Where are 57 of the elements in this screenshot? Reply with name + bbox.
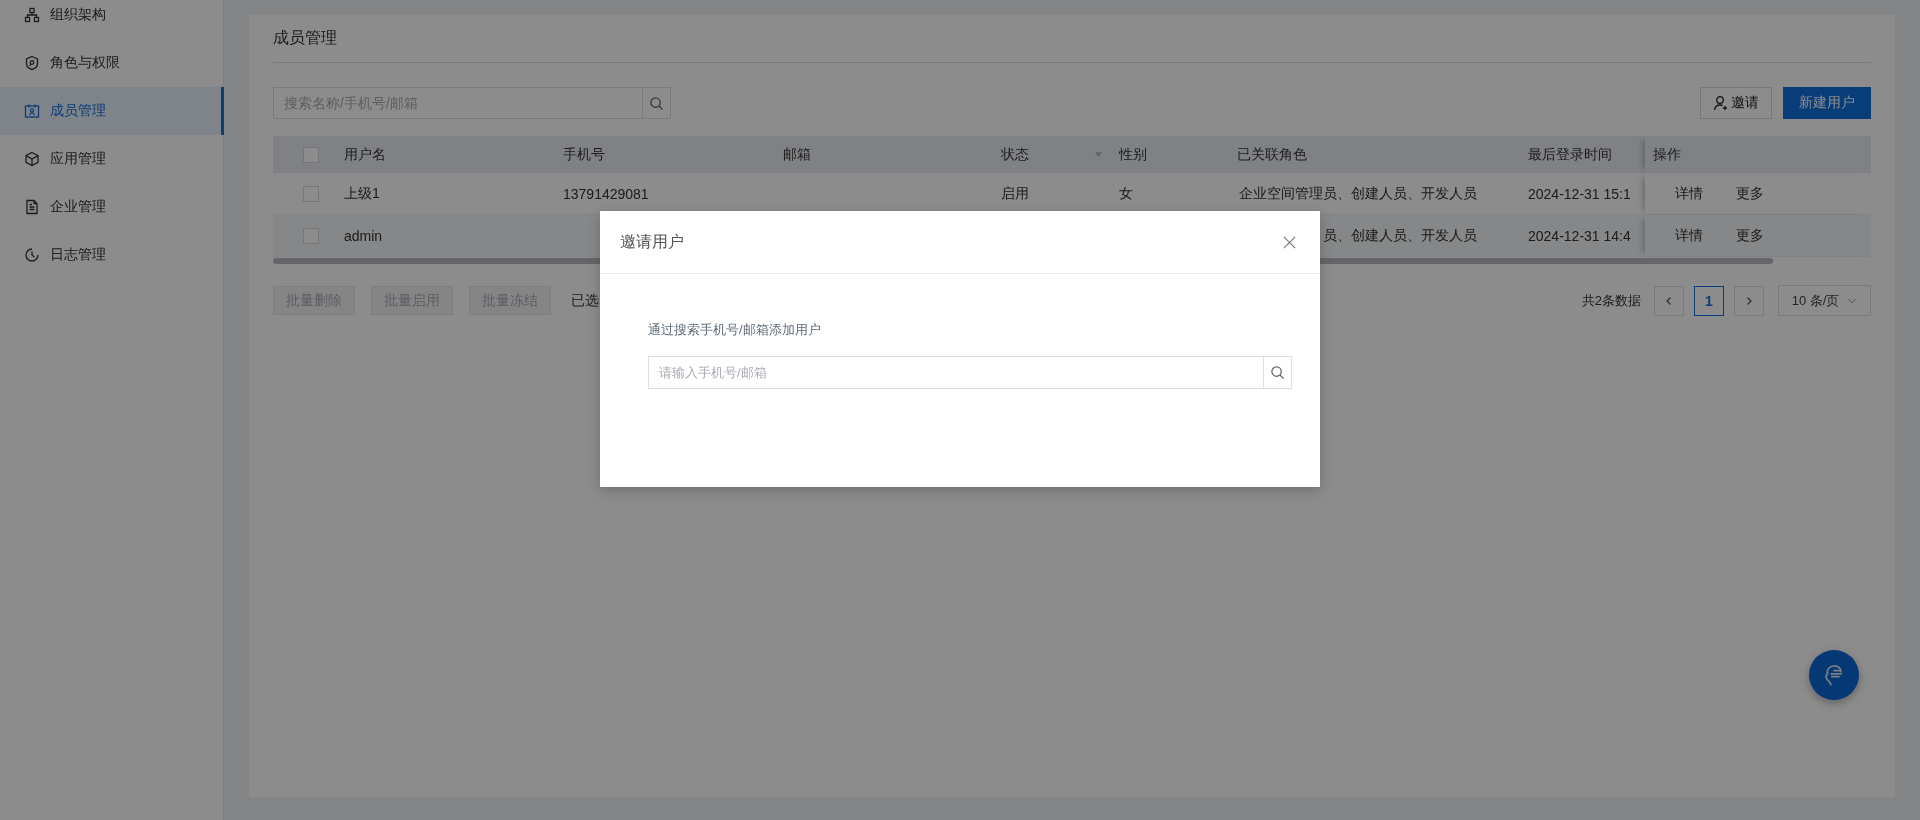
selection-text: 已选 bbox=[571, 291, 599, 310]
search-icon bbox=[1270, 365, 1285, 380]
sidebar-item[interactable]: 日志管理 bbox=[0, 231, 224, 279]
table-cell: 企业空间管理员、创建人员、开发人员 bbox=[1239, 184, 1477, 203]
hierarchy-icon bbox=[24, 7, 40, 23]
clock-icon bbox=[24, 247, 40, 263]
search-icon bbox=[649, 95, 664, 111]
dialog-instruction: 通过搜索手机号/邮箱添加用户 bbox=[648, 321, 822, 339]
search-button[interactable] bbox=[1263, 356, 1292, 389]
table-cell: 员、创建人员、开发人员 bbox=[1323, 226, 1477, 245]
sidebar-item[interactable]: 角色与权限 bbox=[0, 39, 224, 87]
invite-button[interactable]: 邀请 bbox=[1700, 87, 1772, 119]
table-cell: 13791429081 bbox=[563, 185, 649, 202]
id-card-icon bbox=[24, 103, 40, 119]
action-link[interactable]: 详情 bbox=[1675, 184, 1703, 203]
search-field[interactable]: 请输入手机号/邮箱 bbox=[648, 356, 1263, 389]
column-header: 最后登录时间 bbox=[1528, 145, 1612, 164]
sidebar-item[interactable]: 企业管理 bbox=[0, 183, 224, 231]
next-page-button[interactable] bbox=[1734, 285, 1764, 316]
table-cell: 启用 bbox=[1001, 184, 1029, 203]
checkbox[interactable] bbox=[303, 185, 319, 202]
action-link[interactable]: 详情 bbox=[1675, 226, 1703, 245]
table-cell: 上级1 bbox=[344, 184, 380, 203]
document-icon bbox=[24, 199, 40, 215]
table-cell: 女 bbox=[1119, 184, 1133, 203]
new-user-button[interactable]: 新建用户 bbox=[1783, 87, 1871, 119]
column-header: 手机号 bbox=[563, 145, 605, 164]
column-header: 性别 bbox=[1119, 145, 1147, 164]
previous-page-button[interactable] bbox=[1654, 285, 1684, 316]
sidebar-item[interactable]: 组织架构 bbox=[0, 0, 224, 39]
column-header: 用户名 bbox=[344, 145, 386, 164]
page-size-select[interactable]: 10 条/页 bbox=[1778, 285, 1871, 316]
add-user-icon bbox=[1713, 95, 1729, 111]
sidebar-item[interactable]: 应用管理 bbox=[0, 135, 224, 183]
chevron-left-icon bbox=[1664, 295, 1674, 306]
search-button[interactable] bbox=[642, 87, 671, 119]
shield-icon bbox=[24, 55, 40, 71]
page-button[interactable]: 1 bbox=[1694, 285, 1724, 316]
column-header: 状态 bbox=[1001, 145, 1029, 164]
table-cell: 2024-12-31 14:4 bbox=[1528, 227, 1631, 244]
page-title: 成员管理 bbox=[273, 15, 1871, 63]
column-header: 已关联角色 bbox=[1237, 145, 1307, 164]
cube-icon bbox=[24, 151, 40, 167]
column-header: 操作 bbox=[1653, 145, 1681, 164]
checkbox[interactable] bbox=[303, 227, 319, 244]
filter-icon[interactable] bbox=[1094, 151, 1103, 158]
total-count: 共2条数据 bbox=[1581, 291, 1641, 310]
action-link[interactable]: 更多 bbox=[1736, 226, 1764, 245]
chevron-right-icon bbox=[1744, 295, 1754, 306]
table-cell: admin bbox=[344, 227, 383, 244]
table-cell: 2024-12-31 15:1 bbox=[1528, 185, 1631, 202]
close-icon[interactable] bbox=[1282, 234, 1297, 250]
sidebar-item[interactable]: 成员管理 bbox=[0, 87, 224, 135]
dialog-title: 邀请用户 bbox=[620, 231, 684, 252]
column-header: 邮箱 bbox=[783, 145, 811, 164]
action-link[interactable]: 更多 bbox=[1736, 184, 1764, 203]
checkbox[interactable] bbox=[303, 146, 319, 163]
